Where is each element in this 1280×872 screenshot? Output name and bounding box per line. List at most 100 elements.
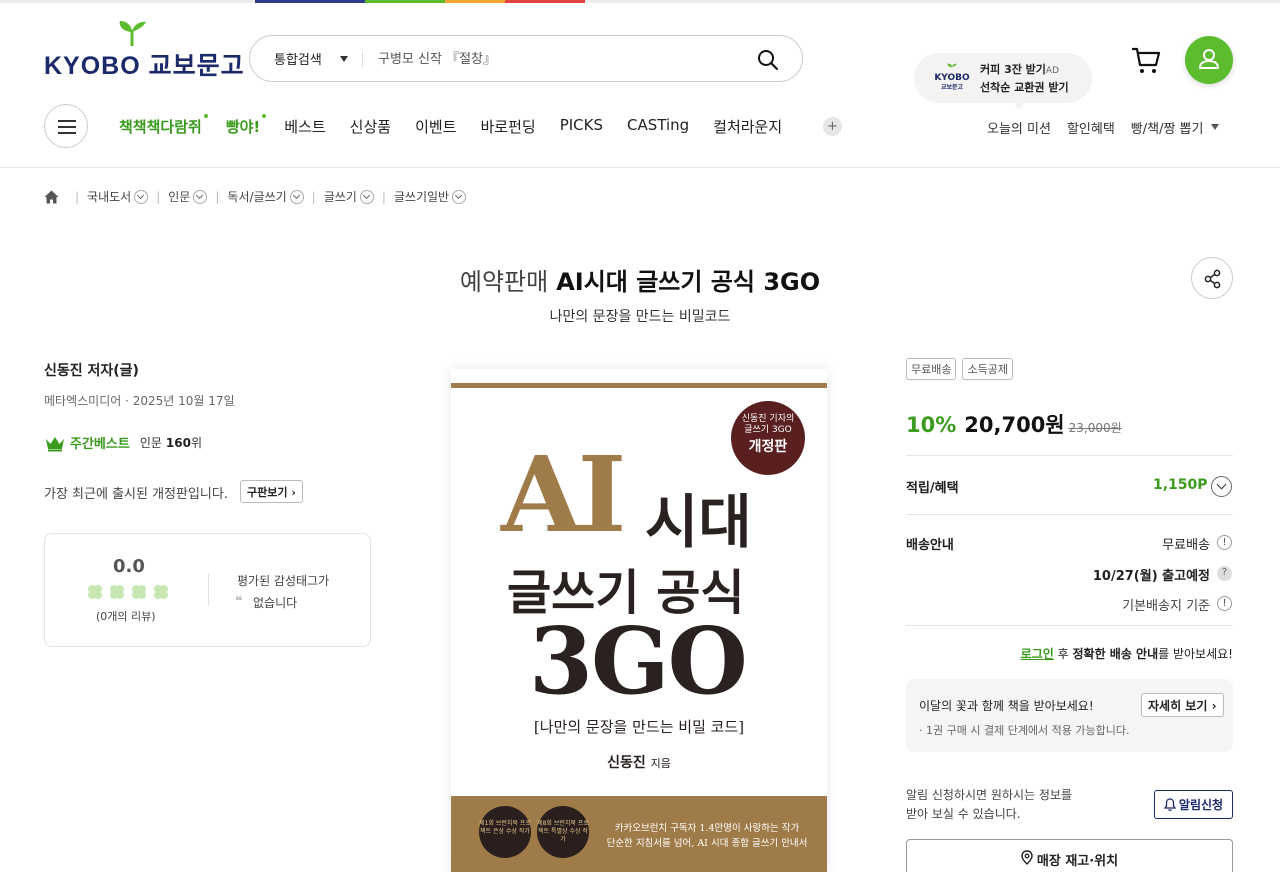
nav-item-squirrel[interactable]: 책책책다람쥐 (119, 114, 208, 138)
user-icon (1199, 49, 1219, 69)
search-icon[interactable] (756, 48, 780, 72)
new-dot (262, 114, 267, 118)
new-dot (203, 114, 208, 118)
old-edition-button[interactable]: 구판보기 › (240, 480, 303, 503)
book-title: AI시대 글쓰기 공식 3GO (556, 268, 821, 296)
review-score: 0.0 (113, 556, 145, 577)
nav-item-best[interactable]: 베스트 (284, 116, 325, 138)
crown-icon (46, 436, 64, 451)
best-label: 주간베스트 (70, 437, 130, 452)
chevron-down-icon[interactable] (452, 189, 467, 204)
cover-badge-line1: 신동진 기자의 (741, 414, 795, 424)
search-category-select[interactable]: 통합검색 (274, 49, 322, 68)
author-link[interactable]: 신동진 저자(글) (44, 360, 139, 380)
cover-band-line1: 카카오브런치 구독자 1.4만명이 사랑하는 작가 (614, 823, 800, 834)
login-link[interactable]: 로그인 (1021, 647, 1054, 661)
main-nav: 책책책다람쥐 빵야! 베스트 신상품 이벤트 바로펀딩 PICKS CASTin… (119, 114, 806, 138)
review-count[interactable]: (0개의 리뷰) (96, 608, 156, 624)
sprout-icon (947, 63, 957, 68)
discount-rate: 10% (906, 413, 957, 437)
hamburger-menu-button[interactable] (44, 104, 88, 148)
old-edition-label: 구판보기 (247, 486, 288, 499)
breadcrumb-item[interactable]: 인문 (168, 188, 190, 205)
nav-item-new[interactable]: 신상품 (350, 116, 391, 138)
edition-note: 가장 최근에 출시된 개정판입니다. (44, 487, 228, 502)
flower-detail-button[interactable]: 자세히 보기 › (1141, 693, 1224, 717)
coffee-ad-banner[interactable]: KYOBO 교보문고 커피 3잔 받기AD 선착순 교환권 받기 (914, 53, 1092, 110)
chevron-down-icon[interactable] (359, 189, 374, 204)
book-cover[interactable]: 신동진 기자의 글쓰기 3GO 개정판 AI 시대 글쓰기 공식 3GO [나만… (451, 369, 827, 872)
cart-icon[interactable] (1130, 44, 1162, 76)
divider (906, 514, 1233, 515)
ad-logo-line2: 교보문고 (940, 84, 964, 91)
cover-badge-line2: 글쓰기 3GO (744, 425, 792, 435)
nav-item-culture[interactable]: 컬처라운지 (713, 116, 782, 138)
breadcrumb-item[interactable]: 국내도서 (87, 188, 131, 205)
nav-item-ppangya[interactable]: 빵야! (226, 114, 267, 138)
breadcrumb-item[interactable]: 독서/글쓰기 (227, 188, 286, 205)
breadcrumb-sep: | (156, 189, 161, 204)
breadcrumb: | 국내도서 | 인문 | 독서/글쓰기 | 글쓰기 | 글쓰기일반 (44, 188, 467, 205)
share-button[interactable] (1191, 257, 1233, 299)
publisher-info: 메타엑스미디어 · 2025년 10월 17일 (44, 394, 235, 408)
nav-item-casting[interactable]: CASTing (627, 116, 689, 138)
flower-title: 이달의 꽃과 함께 책을 받아보세요! (919, 699, 1094, 713)
chevron-down-icon[interactable] (134, 189, 149, 204)
breadcrumb-sep: | (311, 189, 316, 204)
nav-more-button[interactable]: + (823, 117, 842, 136)
alarm-button[interactable]: 알림신청 (1154, 790, 1233, 819)
delivery-base[interactable]: 기본배송지 기준 (1122, 595, 1210, 614)
alarm-text: 알림 신청하시면 원하시는 정보를 받아 보실 수 있습니다. (906, 786, 1072, 824)
info-icon[interactable]: ! (1217, 535, 1232, 550)
cover-author-name: 신동진 (607, 755, 646, 771)
caret-down-icon[interactable] (340, 56, 348, 62)
chevron-down-icon[interactable] (1211, 476, 1232, 497)
quote-icon: ❝ (235, 594, 243, 609)
delivery-date: 10/27(월) 출고예정 (1092, 569, 1210, 584)
search-input[interactable] (378, 48, 738, 70)
help-icon[interactable]: ? (1217, 566, 1232, 581)
alarm-line2: 받아 보실 수 있습니다. (906, 807, 1021, 821)
best-category: 인문 (139, 436, 162, 450)
chevron-down-icon[interactable] (289, 189, 304, 204)
tag-free-shipping: 무료배송 (906, 358, 957, 380)
util-mission[interactable]: 오늘의 미션 (987, 118, 1051, 137)
review-summary: 0.0 (0개의 리뷰) 평가된 감성태그가 ❝ 없습니다 (44, 533, 371, 647)
utility-nav: 오늘의 미션 할인혜택 빵/책/짱 뽑기 (987, 118, 1220, 137)
breadcrumb-item[interactable]: 글쓰기일반 (394, 188, 449, 205)
user-account-button[interactable] (1185, 36, 1233, 84)
sprout-icon (119, 21, 146, 47)
ad-line2: 선착순 교환권 받기 (980, 81, 1069, 94)
divider (906, 455, 1233, 456)
util-discount[interactable]: 할인혜택 (1067, 118, 1115, 137)
weekly-best[interactable]: 주간베스트 인문 160 위 (44, 433, 202, 452)
menu-line (58, 132, 76, 134)
login-tail: 를 받아보세요! (1158, 647, 1233, 661)
util-draw[interactable]: 빵/책/짱 뽑기 (1131, 118, 1204, 137)
divider (906, 625, 1233, 626)
search-divider (362, 51, 363, 67)
caret-down-icon[interactable] (1211, 124, 1220, 130)
cover-badge: 신동진 기자의 글쓰기 3GO 개정판 (731, 401, 805, 475)
nav-item-picks[interactable]: PICKS (560, 116, 603, 138)
breadcrumb-item[interactable]: 글쓰기 (324, 188, 357, 205)
home-icon[interactable] (44, 190, 59, 204)
cover-author: 신동진 지음 (451, 752, 827, 772)
award-medal: 제8회 브런치북 프로젝트 특별상 수상 작가 (537, 806, 589, 858)
tag-tax-deduction: 소득공제 (962, 358, 1013, 380)
search-bar: 통합검색 (249, 35, 803, 82)
clover-icon (88, 585, 102, 599)
info-icon[interactable]: ! (1217, 596, 1232, 611)
original-price: 23,000원 (1068, 421, 1122, 435)
kyobo-logo[interactable]: KYOBO 교보문고 (44, 20, 244, 80)
cover-3go: 3GO (529, 607, 748, 715)
nav-item-event[interactable]: 이벤트 (415, 116, 456, 138)
store-stock-button[interactable]: 매장 재고·위치 (906, 839, 1233, 872)
nav-item-funding[interactable]: 바로펀딩 (480, 116, 535, 138)
chevron-down-icon[interactable] (193, 189, 208, 204)
top-accent-line (0, 0, 1280, 3)
header-divider (0, 167, 1280, 168)
emotion-tag-line2: 없습니다 (253, 596, 298, 610)
delivery-label: 배송안내 (906, 538, 954, 553)
login-notice: 로그인 후 정확한 배송 안내를 받아보세요! (906, 645, 1233, 662)
